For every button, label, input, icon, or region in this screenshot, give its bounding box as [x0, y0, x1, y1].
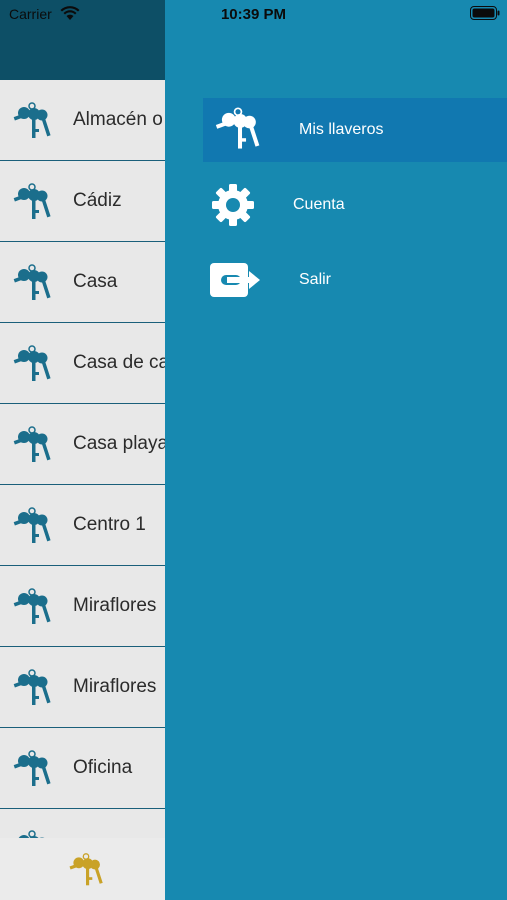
menu-item-salir[interactable]: Salir — [203, 248, 507, 312]
keys-icon — [12, 587, 52, 627]
menu-item-mis-llaveros[interactable]: Mis llaveros — [203, 98, 507, 162]
list-item-label: Casa de ca — [73, 352, 170, 373]
gear-icon — [212, 184, 254, 226]
keys-icon — [12, 101, 52, 141]
list-item-label: Oficina — [73, 757, 133, 778]
keys-icon — [12, 749, 52, 789]
list-item-label: Casa — [73, 271, 118, 292]
side-drawer: Mis llaveros Cuenta Salir — [165, 0, 507, 900]
keys-icon — [12, 263, 52, 303]
keys-icon — [213, 106, 263, 152]
keys-icon — [12, 182, 52, 222]
logout-icon — [210, 263, 260, 297]
list-item-label: Almacén o — [73, 109, 163, 130]
menu-item-label: Mis llaveros — [299, 121, 384, 138]
status-time: 10:39 PM — [220, 6, 287, 23]
list-item-label: Centro 1 — [73, 514, 146, 535]
list-item-label: Cádiz — [73, 190, 122, 211]
keys-icon — [12, 344, 52, 384]
menu-item-cuenta[interactable]: Cuenta — [203, 173, 507, 237]
status-bar: Carrier 10:39 PM — [0, 0, 507, 30]
keys-tab-icon[interactable] — [66, 852, 106, 888]
list-item-label: Miraflores — [73, 595, 157, 616]
keys-icon — [12, 425, 52, 465]
list-item-label: Miraflores — [73, 676, 157, 697]
keys-icon — [12, 668, 52, 708]
list-item-label: Casa playa — [73, 433, 169, 454]
menu-item-label: Salir — [299, 271, 332, 288]
menu-item-label: Cuenta — [293, 196, 345, 213]
battery-icon — [470, 6, 500, 20]
keys-icon — [12, 506, 52, 546]
